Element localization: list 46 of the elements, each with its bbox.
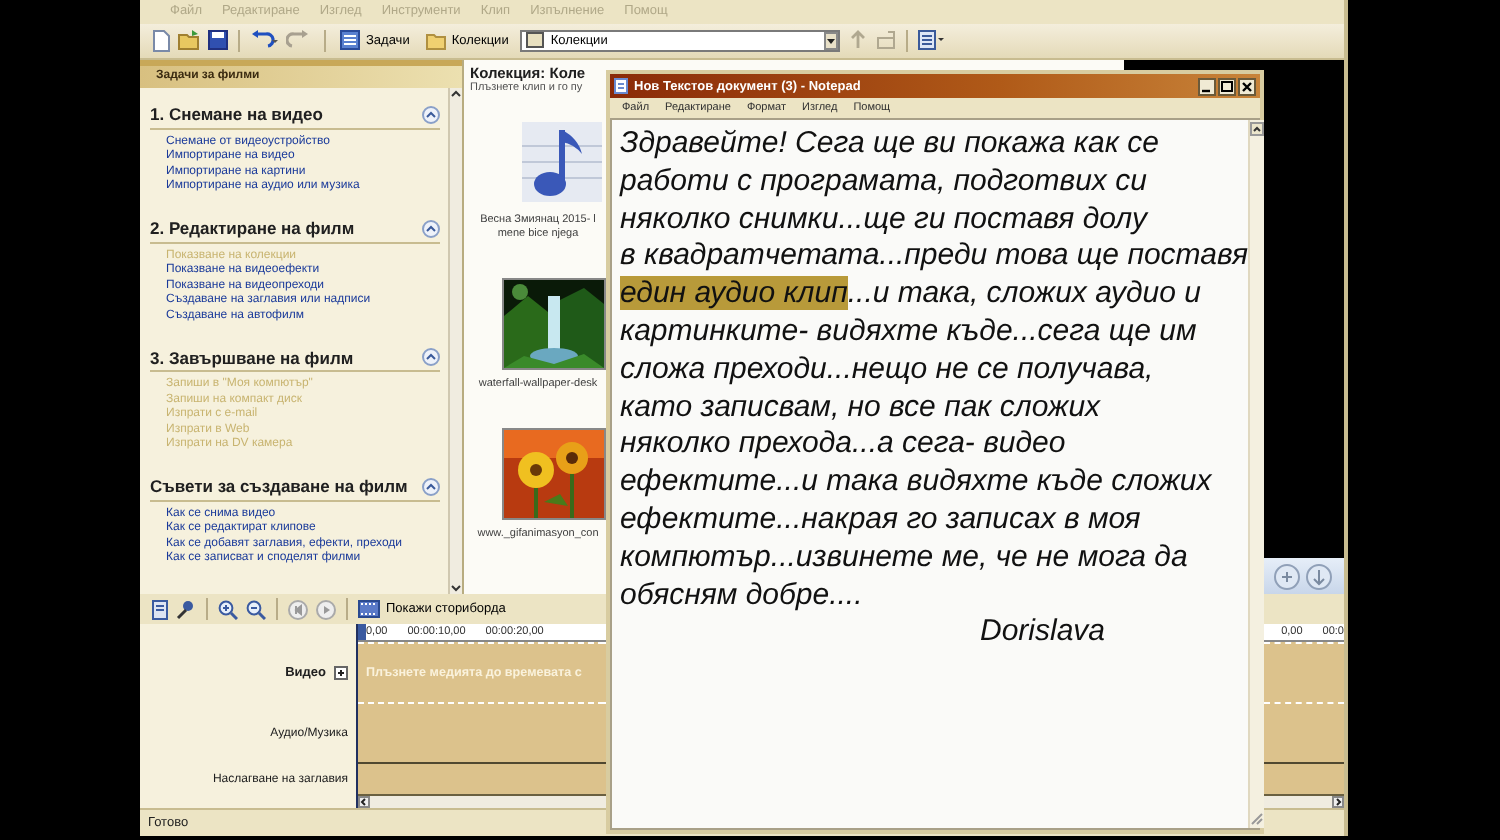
task-list-icon [340,30,360,51]
collapse-icon[interactable] [422,348,440,367]
close-icon[interactable] [1238,77,1256,95]
text-line: компютър...извинете ме, че не мога да [620,539,1188,574]
resize-grip-icon [1249,812,1264,826]
filmstrip-icon [358,600,380,619]
expand-icon[interactable] [334,666,348,681]
text-line: работи с програмата, подготвих си [620,163,1147,198]
collapse-icon[interactable] [422,105,440,124]
text-line: ефектите...и така видяхте къде сложих [620,464,1212,499]
scrollbar[interactable] [448,87,462,595]
zoom-out-icon[interactable] [246,599,266,620]
undo-icon[interactable] [250,30,278,51]
maximize-icon[interactable] [1218,77,1236,95]
section-title: 1. Снемане на видео [150,104,323,125]
scroll-down-icon [450,582,462,595]
section-title: Съвети за създаване на филм [150,476,408,497]
text-line: Здравейте! Сега ще ви покажа как се [620,126,1159,160]
section-title: 2. Редактиране на филм [150,218,355,239]
text-line: картинките- видяхте къде...сега ще им [620,313,1197,348]
open-folder-icon[interactable] [178,30,200,51]
collapse-icon[interactable] [422,219,440,238]
zoom-in-icon[interactable] [218,599,238,620]
text-line: обясням добре.... [620,577,863,612]
narrate-icon[interactable] [176,599,196,620]
scroll-left-icon[interactable] [358,796,370,809]
new-document-icon[interactable] [152,29,170,52]
minimize-icon[interactable] [1198,77,1216,95]
text-line: сложа преходи...нещо не се получава, [620,351,1154,386]
scroll-up-icon [450,87,462,100]
selected-text: един аудио клип [620,276,848,311]
text-line: ефектите...накрая го записах в моя [620,501,1141,536]
text-line: ...и така, сложих аудио и [847,276,1201,311]
notepad-icon [614,78,628,94]
scrollbar[interactable] [1247,120,1264,828]
scroll-right-icon[interactable] [1332,796,1344,809]
save-icon[interactable] [208,30,228,51]
text-line: в квадратчетата...преди това ще поставя [620,238,1248,273]
text-line: няколко прехода...а сега- видео [620,426,1066,461]
section-title: 3. Завършване на филм [150,347,354,368]
signature: Dorislava [980,614,1106,649]
text-line: като записвам, но все пак сложих [620,389,1101,424]
storyboard-icon[interactable] [152,599,168,620]
views-icon[interactable] [918,30,947,51]
text-line: няколко снимки...ще ги поставя долу [620,201,1147,236]
collapse-icon[interactable] [422,477,440,496]
